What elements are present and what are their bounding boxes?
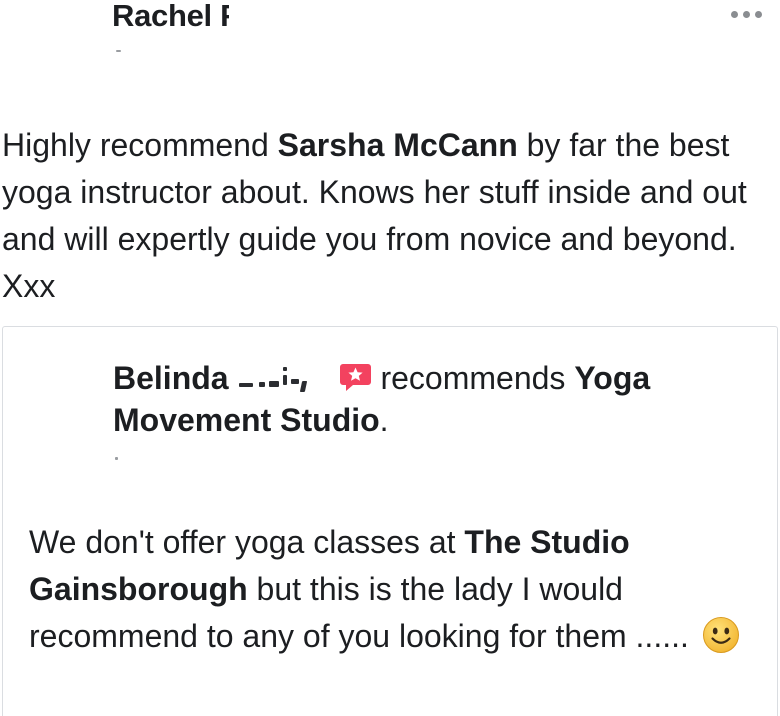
redacted-surname [237,363,335,393]
facebook-post: Rachel F Highly recommend Sarsha McCann … [0,0,780,716]
post-text: Highly recommend Sarsha McCann by far th… [2,127,747,304]
post-timestamp-mark [116,50,121,52]
more-options-icon[interactable] [726,4,766,24]
recommendation-star-icon [340,364,372,391]
shared-post-card[interactable]: Belinda recommends Yoga Movement Studio.… [2,326,778,716]
smiling-face-emoji-icon [702,617,739,653]
post-author-name[interactable]: Rachel F [112,0,241,34]
shared-author-name[interactable]: Belinda [113,360,229,396]
shared-timestamp-mark [115,457,118,460]
tagged-person-link[interactable]: Sarsha McCann [278,127,518,163]
shared-post-header: Belinda recommends Yoga Movement Studio. [113,360,651,438]
shared-post-text: We don't offer yoga classes at The Studi… [29,519,759,660]
